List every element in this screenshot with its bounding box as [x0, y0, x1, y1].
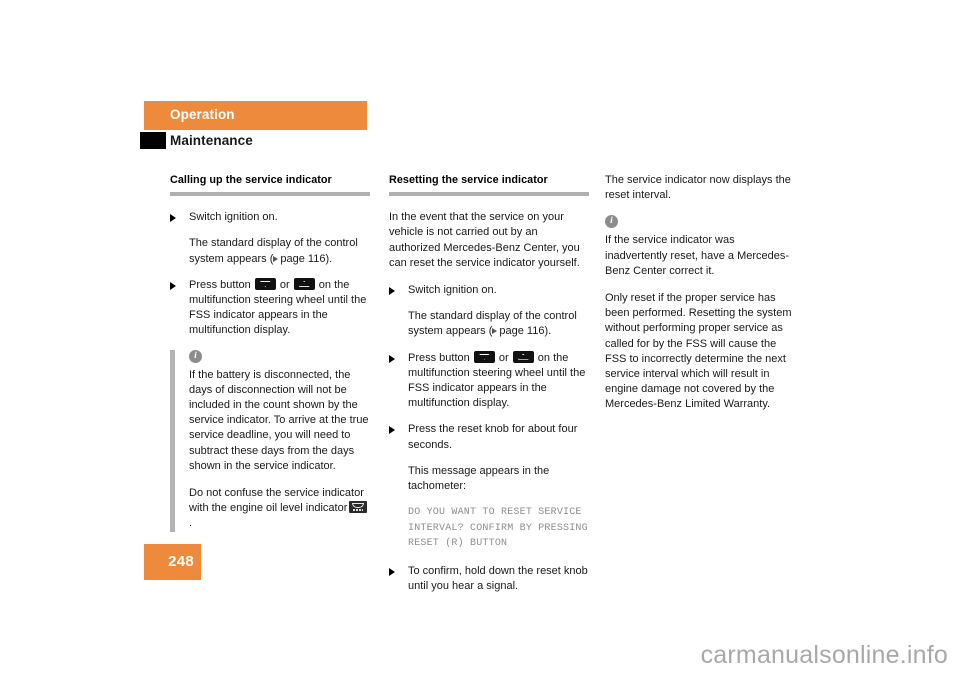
section-header-band: Operation	[144, 101, 367, 130]
info-icon: i	[189, 349, 202, 363]
column-1-heading-rule	[170, 192, 370, 197]
triangle-bullet-icon	[389, 567, 395, 576]
content-column-2: Resetting the service indicator In the e…	[389, 173, 589, 605]
watermark: carmanualsonline.info	[700, 641, 948, 669]
list-item: To confirm, hold down the reset knob unt…	[389, 564, 589, 594]
list-item-text: Press the reset knob for about four seco…	[408, 423, 578, 451]
tachometer-message: DO YOU WANT TO RESET SERVICE INTERVAL? C…	[408, 507, 588, 550]
page-reference-arrow-icon	[492, 328, 498, 335]
list-item-text-before: Press button	[189, 278, 251, 291]
page-number-block: 248	[144, 544, 201, 580]
note-side-rule	[170, 349, 175, 532]
list-item: Switch ignition on.	[389, 283, 589, 298]
triangle-bullet-icon	[389, 426, 395, 435]
chevron-up-button-icon	[293, 277, 315, 290]
list-item: Press the reset knob for about four seco…	[389, 422, 589, 452]
chevron-up-button-icon	[512, 350, 534, 363]
chevron-down-button-icon	[254, 277, 276, 290]
triangle-bullet-icon	[389, 354, 395, 363]
page-reference-link[interactable]: page 116	[499, 325, 544, 337]
list-item-text: Switch ignition on.	[189, 211, 278, 224]
paragraph-text-after: ).	[325, 252, 333, 265]
column-2-heading-rule	[389, 192, 589, 197]
triangle-bullet-icon	[389, 287, 395, 296]
or-label: or	[498, 351, 509, 364]
subsection-title: Maintenance	[170, 133, 253, 148]
triangle-bullet-icon	[170, 214, 176, 223]
subsection-marker-block	[140, 132, 166, 149]
content-column-1: Calling up the service indicator Switch …	[170, 173, 370, 544]
paragraph-text-after: ).	[544, 325, 552, 338]
note-text-before: Do not confuse the service indicator wit…	[189, 487, 364, 515]
note-paragraph: If the service indicator was inadvertent…	[605, 234, 790, 277]
triangle-bullet-icon	[170, 281, 176, 290]
paragraph: The standard display of the control syst…	[170, 236, 370, 266]
column-2-heading: Resetting the service indicator	[389, 174, 548, 186]
list-item-text: Switch ignition on.	[408, 284, 497, 297]
page-reference-arrow-icon	[273, 255, 279, 262]
note-paragraph: If the battery is disconnected, the days…	[189, 368, 369, 472]
paragraph: This message appears in the tachometer:	[408, 464, 550, 493]
note-box: i If the service indicator was inadverte…	[605, 215, 795, 412]
note-paragraph: Do not confuse the service indicator wit…	[189, 486, 370, 532]
note-text-after: .	[189, 517, 193, 530]
chevron-down-button-icon	[473, 350, 495, 363]
engine-oil-level-indicator-icon	[349, 501, 368, 514]
list-item-text: To confirm, hold down the reset knob unt…	[408, 564, 588, 592]
note-paragraph: Only reset if the proper service has bee…	[605, 292, 792, 411]
content-column-3: The service indicator now displays the r…	[605, 173, 795, 425]
intro-paragraph: In the event that the service on your ve…	[389, 211, 580, 269]
list-item: Press button or on the multifunction ste…	[389, 350, 589, 412]
page-reference-link[interactable]: page 116	[280, 253, 325, 265]
or-label: or	[279, 278, 290, 291]
intro-paragraph: The service indicator now displays the r…	[605, 174, 791, 202]
list-item: Switch ignition on.	[170, 210, 370, 225]
list-item-text-before: Press button	[408, 351, 470, 364]
info-icon: i	[605, 215, 618, 229]
list-item: Press button or on the multifunction ste…	[170, 277, 370, 339]
paragraph: The standard display of the control syst…	[389, 309, 589, 339]
column-1-heading: Calling up the service indicator	[170, 174, 332, 186]
note-box: i If the battery is disconnected, the da…	[170, 349, 370, 532]
section-title: Operation	[170, 107, 235, 122]
page-number: 248	[168, 553, 194, 570]
